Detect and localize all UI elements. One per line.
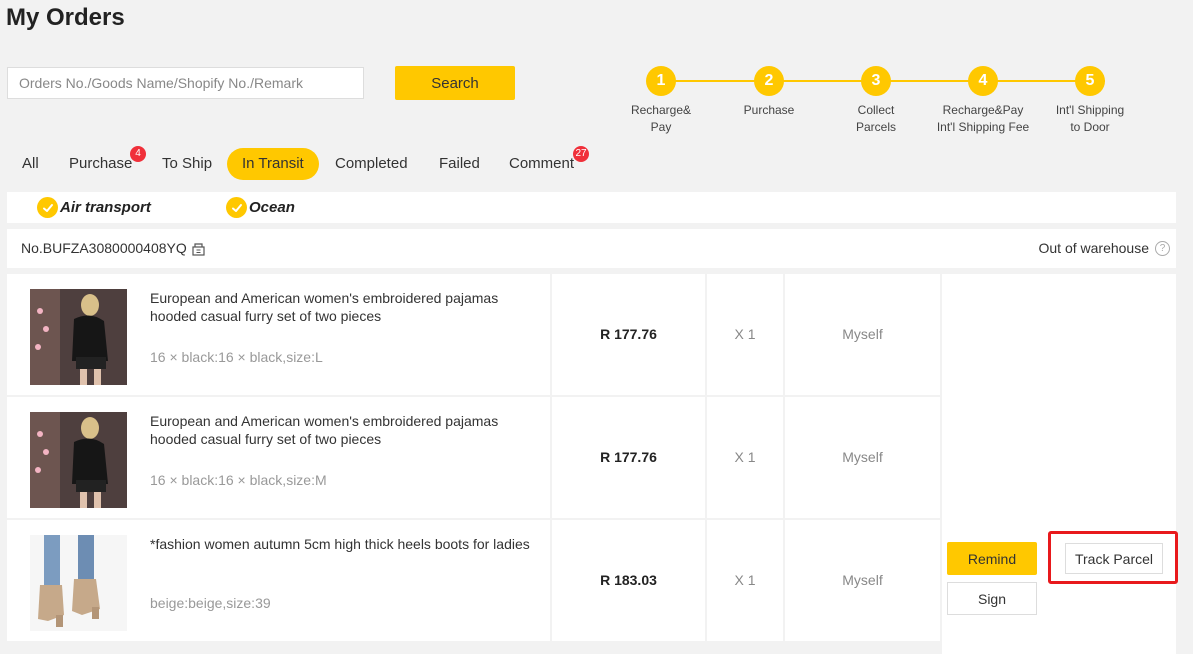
product-cell: European and American women's embroidere… (7, 397, 550, 518)
order-number: No.BUFZA3080000408YQ (21, 240, 206, 256)
step-shipping-to-door: 5 Int'l Shipping to Door (1035, 66, 1145, 136)
filter-ocean[interactable]: Ocean (226, 197, 295, 218)
step-number: 4 (968, 66, 998, 96)
tab-all[interactable]: All (22, 148, 39, 180)
product-title[interactable]: *fashion women autumn 5cm high thick hee… (150, 535, 535, 553)
receiver-cell: Myself (785, 520, 940, 641)
filter-air-transport[interactable]: Air transport (37, 197, 151, 218)
step-number: 1 (646, 66, 676, 96)
price-cell: R 177.76 (552, 397, 705, 518)
item-quantity: X 1 (734, 449, 756, 465)
item-quantity: X 1 (734, 572, 756, 588)
order-status: Out of warehouse ? (1038, 240, 1170, 256)
quantity-cell: X 1 (707, 397, 783, 518)
step-label: Collect Parcels (855, 103, 896, 134)
product-spec: 16 × black:16 × black,size:M (150, 472, 327, 488)
filter-label: Air transport (60, 199, 151, 216)
step-purchase: 2 Purchase (714, 66, 824, 119)
table-row: *fashion women autumn 5cm high thick hee… (7, 520, 940, 641)
item-price: R 177.76 (600, 449, 657, 465)
item-receiver: Myself (842, 449, 883, 465)
tab-purchase[interactable]: Purchase 4 (69, 146, 146, 180)
order-actions: Remind Sign Track Parcel (942, 274, 1178, 654)
product-image[interactable] (30, 289, 127, 385)
order-process-steps: 1 Recharge& Pay 2 Purchase 3 Collect Par… (620, 66, 1150, 146)
check-icon (37, 197, 58, 218)
search-button[interactable]: Search (395, 66, 515, 100)
page-title: My Orders (6, 4, 125, 31)
step-recharge-pay: 1 Recharge& Pay (606, 66, 716, 136)
sign-button[interactable]: Sign (947, 582, 1037, 615)
step-label: Int'l Shipping to Door (1055, 103, 1125, 134)
step-label: Purchase (743, 103, 795, 117)
product-spec: 16 × black:16 × black,size:L (150, 349, 323, 365)
tab-to-ship[interactable]: To Ship (162, 148, 212, 180)
help-icon[interactable]: ? (1155, 240, 1170, 256)
table-row: European and American women's embroidere… (7, 274, 940, 395)
tab-in-transit[interactable]: In Transit (227, 148, 319, 180)
copy-icon[interactable] (191, 241, 206, 256)
quantity-cell: X 1 (707, 520, 783, 641)
item-price: R 183.03 (600, 572, 657, 588)
receiver-cell: Myself (785, 274, 940, 395)
order-header: No.BUFZA3080000408YQ Out of warehouse ? (7, 229, 1176, 268)
table-row: European and American women's embroidere… (7, 397, 940, 518)
item-receiver: Myself (842, 326, 883, 342)
receiver-cell: Myself (785, 397, 940, 518)
step-number: 5 (1075, 66, 1105, 96)
price-cell: R 177.76 (552, 274, 705, 395)
product-image[interactable] (30, 535, 127, 631)
item-price: R 177.76 (600, 326, 657, 342)
price-cell: R 183.03 (552, 520, 705, 641)
step-number: 2 (754, 66, 784, 96)
step-number: 3 (861, 66, 891, 96)
tab-label: Comment (509, 155, 575, 172)
step-label: Recharge&Pay Int'l Shipping Fee (936, 103, 1030, 134)
quantity-cell: X 1 (707, 274, 783, 395)
track-parcel-highlight: Track Parcel (1048, 531, 1178, 584)
check-icon (226, 197, 247, 218)
item-receiver: Myself (842, 572, 883, 588)
product-image[interactable] (30, 412, 127, 508)
order-items: European and American women's embroidere… (7, 274, 1178, 654)
product-title[interactable]: European and American women's embroidere… (150, 412, 535, 448)
step-label: Recharge& Pay (630, 103, 692, 134)
tab-failed[interactable]: Failed (439, 148, 480, 180)
transport-filter-bar: Air transport Ocean (7, 192, 1176, 223)
tab-comment[interactable]: Comment 27 (509, 146, 589, 180)
order-number-text: No.BUFZA3080000408YQ (21, 240, 187, 256)
product-spec: beige:beige,size:39 (150, 595, 271, 611)
step-collect-parcels: 3 Collect Parcels (821, 66, 931, 136)
item-quantity: X 1 (734, 326, 756, 342)
comment-count-badge: 27 (573, 146, 589, 162)
filter-label: Ocean (249, 199, 295, 216)
tab-completed[interactable]: Completed (335, 148, 408, 180)
remind-button[interactable]: Remind (947, 542, 1037, 575)
search-input[interactable] (7, 67, 364, 99)
order-status-text: Out of warehouse (1038, 240, 1149, 256)
product-cell: *fashion women autumn 5cm high thick hee… (7, 520, 550, 641)
tab-label: Purchase (69, 155, 133, 172)
product-cell: European and American women's embroidere… (7, 274, 550, 395)
step-shipping-fee: 4 Recharge&Pay Int'l Shipping Fee (928, 66, 1038, 136)
purchase-count-badge: 4 (130, 146, 146, 162)
track-parcel-button[interactable]: Track Parcel (1065, 543, 1163, 574)
product-title[interactable]: European and American women's embroidere… (150, 289, 535, 325)
